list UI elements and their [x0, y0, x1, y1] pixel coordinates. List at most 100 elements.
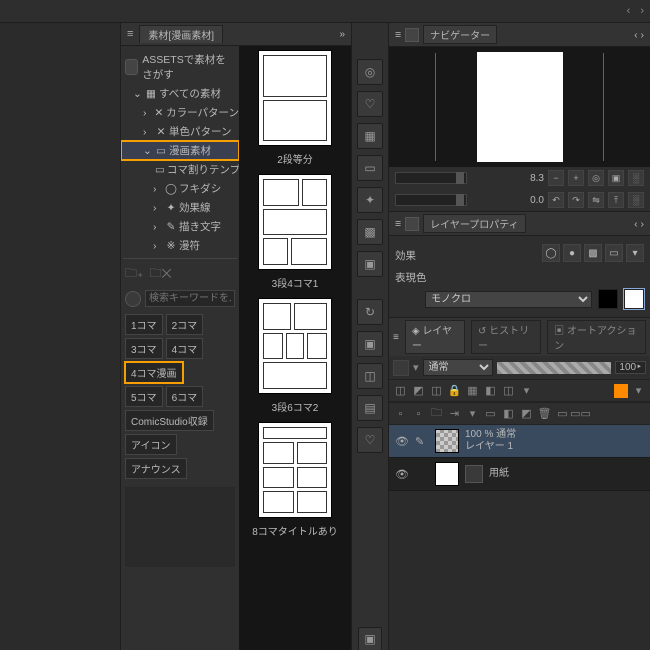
zoom-fit-button[interactable]: ◎ [588, 170, 604, 186]
rail-camera-icon[interactable]: ▣ [357, 331, 383, 357]
tag-2koma[interactable]: 2コマ [166, 314, 204, 335]
new-folder-icon[interactable]: 🗀₊ [125, 264, 143, 285]
new-layer2-icon[interactable]: ▫ [411, 406, 426, 421]
navigator-canvas[interactable] [389, 47, 650, 167]
rail-photo-icon[interactable]: ◫ [357, 363, 383, 389]
new-layer-icon[interactable]: ▫ [393, 406, 408, 421]
mask-icon[interactable]: ◧ [483, 383, 498, 398]
expression-color-select[interactable]: モノクロ [425, 291, 592, 308]
material-search-input[interactable] [145, 290, 235, 307]
tree-all-materials[interactable]: ⌄▦すべての素材 [121, 84, 239, 103]
rotate-ccw-button[interactable]: ↶ [548, 192, 564, 208]
search-icon[interactable] [125, 291, 141, 307]
merge-down-icon[interactable]: ▾ [465, 406, 480, 421]
apply-mask-icon[interactable]: ◩ [519, 406, 534, 421]
rail-collapse-icon[interactable]: ▣ [358, 627, 382, 650]
zoom-in-button[interactable]: + [568, 170, 584, 186]
chevron-right-icon[interactable]: » [339, 29, 345, 40]
layer-property-tab[interactable]: レイヤープロパティ [423, 214, 526, 233]
tag-3koma[interactable]: 3コマ [125, 338, 163, 359]
panel-menu-icon[interactable]: ≡ [395, 218, 401, 230]
lock-alpha-icon[interactable]: ▦ [465, 383, 480, 398]
thumb-8koma-title[interactable]: 8コマタイトルあり [239, 422, 351, 538]
effect-border-icon[interactable]: ◯ [542, 244, 560, 262]
tag-5koma[interactable]: 5コマ [125, 386, 163, 407]
rail-layers-icon[interactable]: ▣ [357, 251, 383, 277]
effect-tone-icon[interactable]: ● [563, 244, 581, 262]
rail-tone-icon[interactable]: ▩ [357, 219, 383, 245]
thumb-2dan[interactable]: 2段等分 [239, 50, 351, 166]
layer-row-1[interactable]: 👁 ✎ 100 % 通常レイヤー 1 [389, 425, 650, 458]
delete-folder-icon[interactable]: 🗀✕ [149, 264, 171, 285]
flip-v-button[interactable]: ⤒ [608, 192, 624, 208]
tag-comicstudio[interactable]: ComicStudio収録 [125, 410, 214, 431]
zoom-out-button[interactable]: − [548, 170, 564, 186]
draft-layer-icon[interactable]: ◫ [429, 383, 444, 398]
reset-view-button[interactable]: ░ [628, 192, 644, 208]
rail-grid-icon[interactable]: ▦ [357, 123, 383, 149]
two-windows-icon[interactable]: ▭▭ [573, 406, 588, 421]
panel-menu-icon[interactable]: ≡ [395, 29, 401, 41]
tree-manpu[interactable]: ›※漫符 [121, 236, 239, 255]
swatch-black[interactable] [598, 289, 618, 309]
swatch-white[interactable] [624, 289, 644, 309]
tag-6koma[interactable]: 6コマ [166, 386, 204, 407]
eye-icon[interactable]: 👁 [395, 468, 409, 481]
delete-layer-icon[interactable]: 🗑 [537, 406, 552, 421]
tag-4koma[interactable]: 4コマ [166, 338, 204, 359]
rail-sparkle-icon[interactable]: ✦ [357, 187, 383, 213]
assets-search-link[interactable]: ASSETSで素材をさがす [121, 50, 239, 84]
tag-4koma-manga[interactable]: 4コマ漫画 [125, 362, 183, 383]
flip-h-button[interactable]: ⇋ [588, 192, 604, 208]
tree-drawn-text[interactable]: ›✎描き文字 [121, 217, 239, 236]
folder-in-icon[interactable]: ⇥ [447, 406, 462, 421]
rail-quicksearch-icon[interactable]: ◎ [357, 59, 383, 85]
rail-loop-icon[interactable]: ↻ [357, 299, 383, 325]
tree-fukidashi[interactable]: ›◯フキダシ [121, 179, 239, 198]
chevron-left-icon[interactable]: ‹ [627, 5, 631, 17]
tree-koma-template[interactable]: ▭コマ割りテンプ [121, 160, 239, 179]
link-icon[interactable]: ▾ [519, 383, 534, 398]
rotate-slider[interactable] [395, 194, 467, 206]
layers-tab[interactable]: ◈ レイヤー [405, 320, 465, 354]
rail-gallery-icon[interactable]: ▤ [357, 395, 383, 421]
tag-icon[interactable]: アイコン [125, 434, 177, 455]
effect-more-icon[interactable]: ▾ [626, 244, 644, 262]
thumb-3dan6koma2[interactable]: 3段6コマ2 [239, 298, 351, 414]
rail-heart2-icon[interactable]: ♡ [357, 427, 383, 453]
autoaction-tab[interactable]: ▣ オートアクション [547, 320, 646, 354]
ruler-icon[interactable]: ◫ [501, 383, 516, 398]
transfer-icon[interactable]: ▭ [555, 406, 570, 421]
tag-1koma[interactable]: 1コマ [125, 314, 163, 335]
zoom-print-button[interactable]: ░ [628, 170, 644, 186]
chevron-right-icon[interactable]: › [640, 5, 644, 17]
rail-heart-icon[interactable]: ♡ [357, 91, 383, 117]
combine-icon[interactable]: ▭ [483, 406, 498, 421]
lock-icon[interactable]: 🔒 [447, 383, 462, 398]
opacity-value[interactable]: 100‣ [615, 361, 646, 374]
chevrons-icon[interactable]: ‹ › [634, 218, 644, 230]
tag-announce[interactable]: アナウンス [125, 458, 187, 479]
tree-manga-material[interactable]: ⌄▭漫画素材 [121, 141, 239, 160]
add-mask-icon[interactable]: ◧ [501, 406, 516, 421]
pen-icon[interactable]: ✎ [415, 435, 429, 448]
zoom-100-button[interactable]: ▣ [608, 170, 624, 186]
tree-effect-line[interactable]: ›✦効果線 [121, 198, 239, 217]
ref-layer-icon[interactable]: ◩ [411, 383, 426, 398]
navigator-tab[interactable]: ナビゲーター [423, 25, 497, 44]
history-tab[interactable]: ↺ ヒストリー [471, 320, 541, 354]
thumb-3dan4koma1[interactable]: 3段4コマ1 [239, 174, 351, 290]
eye-icon[interactable]: 👁 [395, 435, 409, 448]
layer-color-icon[interactable] [614, 384, 628, 398]
tree-mono-pattern[interactable]: ›✕単色パターン [121, 122, 239, 141]
clip-mask-icon[interactable]: ◫ [393, 383, 408, 398]
layer-row-paper[interactable]: 👁 用紙 [389, 458, 650, 491]
chevrons-icon[interactable]: ‹ › [634, 29, 644, 41]
material-tab[interactable]: 素材[漫画素材] [139, 25, 223, 43]
tree-color-pattern[interactable]: ›✕カラーパターン [121, 103, 239, 122]
panel-menu-icon[interactable]: ≡ [127, 28, 133, 40]
effect-pattern-icon[interactable]: ▩ [584, 244, 602, 262]
panel-menu-icon[interactable]: ≡ [393, 332, 399, 343]
opacity-slider[interactable] [497, 362, 612, 374]
rail-page-icon[interactable]: ▭ [357, 155, 383, 181]
